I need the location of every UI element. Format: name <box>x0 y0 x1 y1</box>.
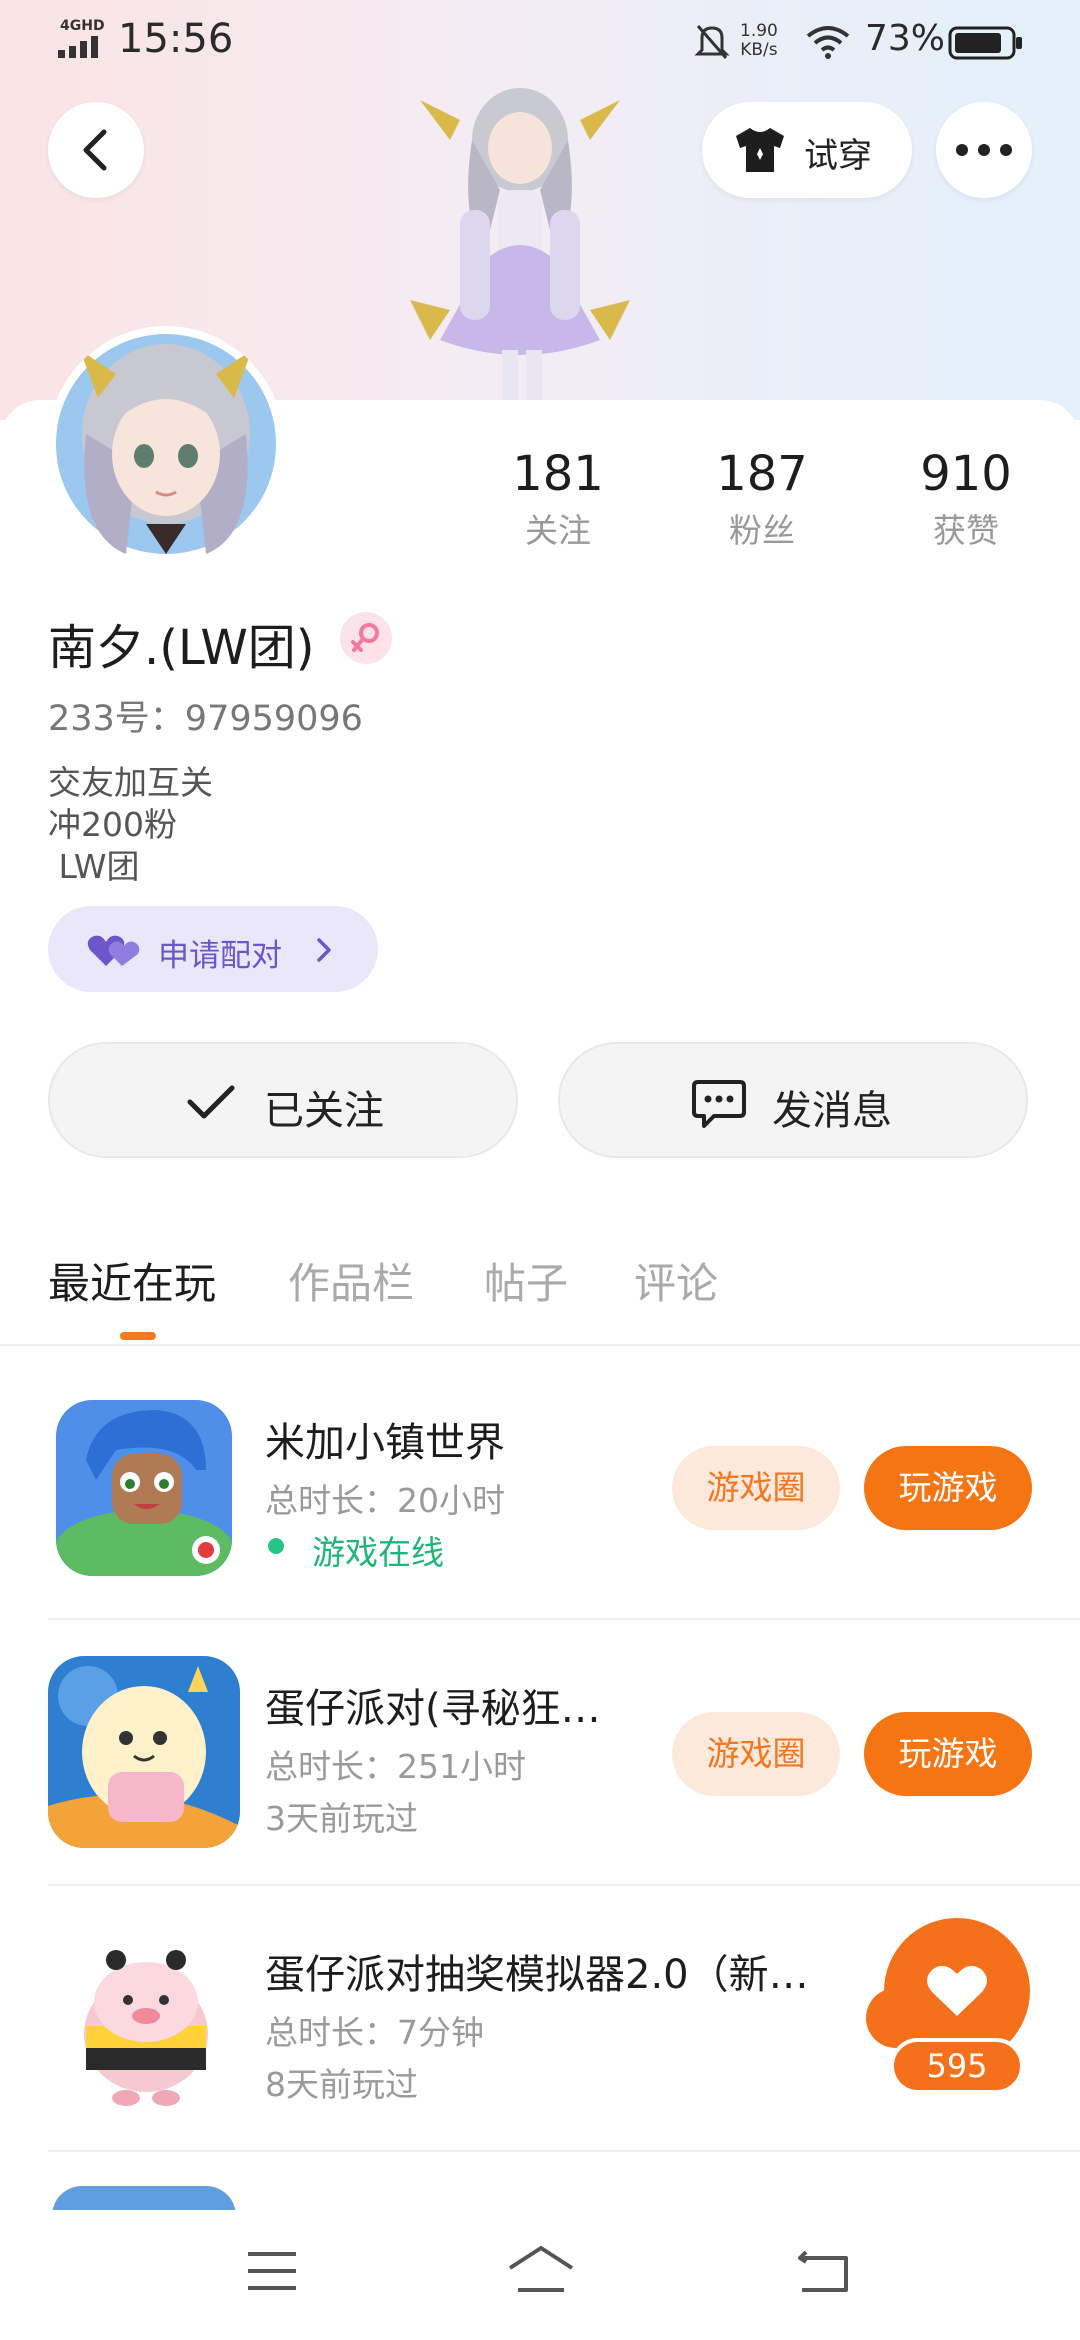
game-circle-button[interactable]: 游戏圈 <box>672 1446 840 1530</box>
stat-followers[interactable]: 187 粉丝 <box>672 446 852 552</box>
tab-recently-played[interactable]: 最近在玩 <box>48 1250 216 1311</box>
speed-unit: KB/s <box>740 40 778 60</box>
stat-value: 910 <box>920 446 1012 502</box>
wifi-icon <box>806 26 850 59</box>
stat-value: 187 <box>716 446 808 502</box>
send-message-button[interactable]: 发消息 <box>558 1042 1028 1158</box>
system-nav-bar <box>0 2210 1080 2340</box>
apply-pair-label: 申请配对 <box>158 938 282 974</box>
game-title[interactable]: 蛋仔派对抽奖模拟器2.0（新… <box>265 1942 809 2000</box>
stat-likes[interactable]: 910 获赞 <box>876 446 1056 552</box>
apply-pair-button[interactable]: 申请配对 <box>48 906 378 992</box>
bio-line: LW团 <box>48 847 140 886</box>
list-divider <box>48 1618 1080 1620</box>
game-status: 3天前玩过 <box>265 1799 418 1838</box>
game-title[interactable]: 米加小镇世界 <box>265 1410 505 1468</box>
followed-button[interactable]: 已关注 <box>48 1042 518 1158</box>
battery-icon <box>948 26 1022 60</box>
more-button[interactable] <box>936 102 1032 198</box>
game-duration: 总时长：7分钟 <box>265 2013 484 2052</box>
game-status: 8天前玩过 <box>265 2065 418 2104</box>
avatar-character-illustration <box>410 88 630 400</box>
battery-percent: 73% <box>865 18 946 59</box>
game-duration: 总时长：251小时 <box>265 1747 526 1786</box>
game-icon-image <box>48 1656 240 1848</box>
list-divider <box>48 1884 1080 1886</box>
tabs-divider <box>0 1344 1080 1346</box>
back-button[interactable] <box>48 102 144 198</box>
send-message-label: 发消息 <box>772 1088 892 1134</box>
network-type: 4GHD <box>60 18 105 34</box>
chevron-right-icon <box>317 938 331 962</box>
stat-following[interactable]: 181 关注 <box>468 446 648 552</box>
message-icon <box>692 1080 746 1128</box>
followed-label: 已关注 <box>264 1088 384 1134</box>
back-nav-icon[interactable] <box>796 2248 852 2294</box>
stat-label: 关注 <box>525 511 591 550</box>
play-game-button[interactable]: 玩游戏 <box>864 1712 1032 1796</box>
clock: 15:56 <box>118 16 234 62</box>
game-title[interactable]: 蛋仔派对(寻秘狂… <box>265 1676 601 1734</box>
game-status: 游戏在线 <box>312 1533 444 1572</box>
online-dot <box>268 1538 284 1554</box>
try-on-button[interactable]: 试穿 <box>702 102 912 198</box>
avatar-image <box>56 334 276 554</box>
game-icon-eggy-party[interactable] <box>48 1656 240 1848</box>
stat-value: 181 <box>512 446 604 502</box>
game-icon-toca-world[interactable] <box>56 1400 232 1576</box>
active-tab-indicator <box>120 1332 156 1340</box>
gender-badge <box>340 612 392 664</box>
game-icon-image <box>56 1400 232 1576</box>
game-icon-eggy-lottery[interactable] <box>56 1930 236 2110</box>
tab-comments[interactable]: 评论 <box>634 1250 718 1311</box>
chevron-left-icon <box>83 129 107 171</box>
bio-line: 交友加互关 <box>48 763 213 802</box>
speed-value: 1.90 <box>740 21 778 41</box>
play-game-button[interactable]: 玩游戏 <box>864 1446 1032 1530</box>
try-on-label: 试穿 <box>804 136 872 176</box>
double-heart-icon <box>87 935 140 966</box>
user-name: 南夕.(LW团) <box>48 620 315 676</box>
tab-works[interactable]: 作品栏 <box>288 1250 414 1311</box>
heart-icon <box>927 1965 987 2016</box>
network-speed: 1.90 KB/s <box>740 22 778 60</box>
stat-label: 粉丝 <box>729 511 795 550</box>
tab-posts[interactable]: 帖子 <box>484 1250 568 1311</box>
mute-bell-icon <box>694 25 730 59</box>
tshirt-icon <box>736 128 784 172</box>
avatar[interactable] <box>48 326 284 562</box>
stat-label: 获赞 <box>933 511 999 550</box>
signal-icon <box>58 36 98 58</box>
like-count: 595 <box>890 2038 1024 2094</box>
bio-line: 冲200粉 <box>48 805 177 844</box>
game-circle-button[interactable]: 游戏圈 <box>672 1712 840 1796</box>
user-id: 233号：97959096 <box>48 699 363 739</box>
more-dots-icon <box>956 144 1012 156</box>
game-duration: 总时长：20小时 <box>265 1481 505 1520</box>
female-icon <box>351 623 379 652</box>
status-bar: 4GHD 15:56 1.90 KB/s 73% <box>0 0 1080 88</box>
menu-icon[interactable] <box>246 2250 298 2292</box>
home-icon[interactable] <box>506 2246 576 2292</box>
game-icon-image <box>56 1930 236 2110</box>
check-icon <box>187 1085 235 1119</box>
list-divider <box>48 2150 1080 2152</box>
